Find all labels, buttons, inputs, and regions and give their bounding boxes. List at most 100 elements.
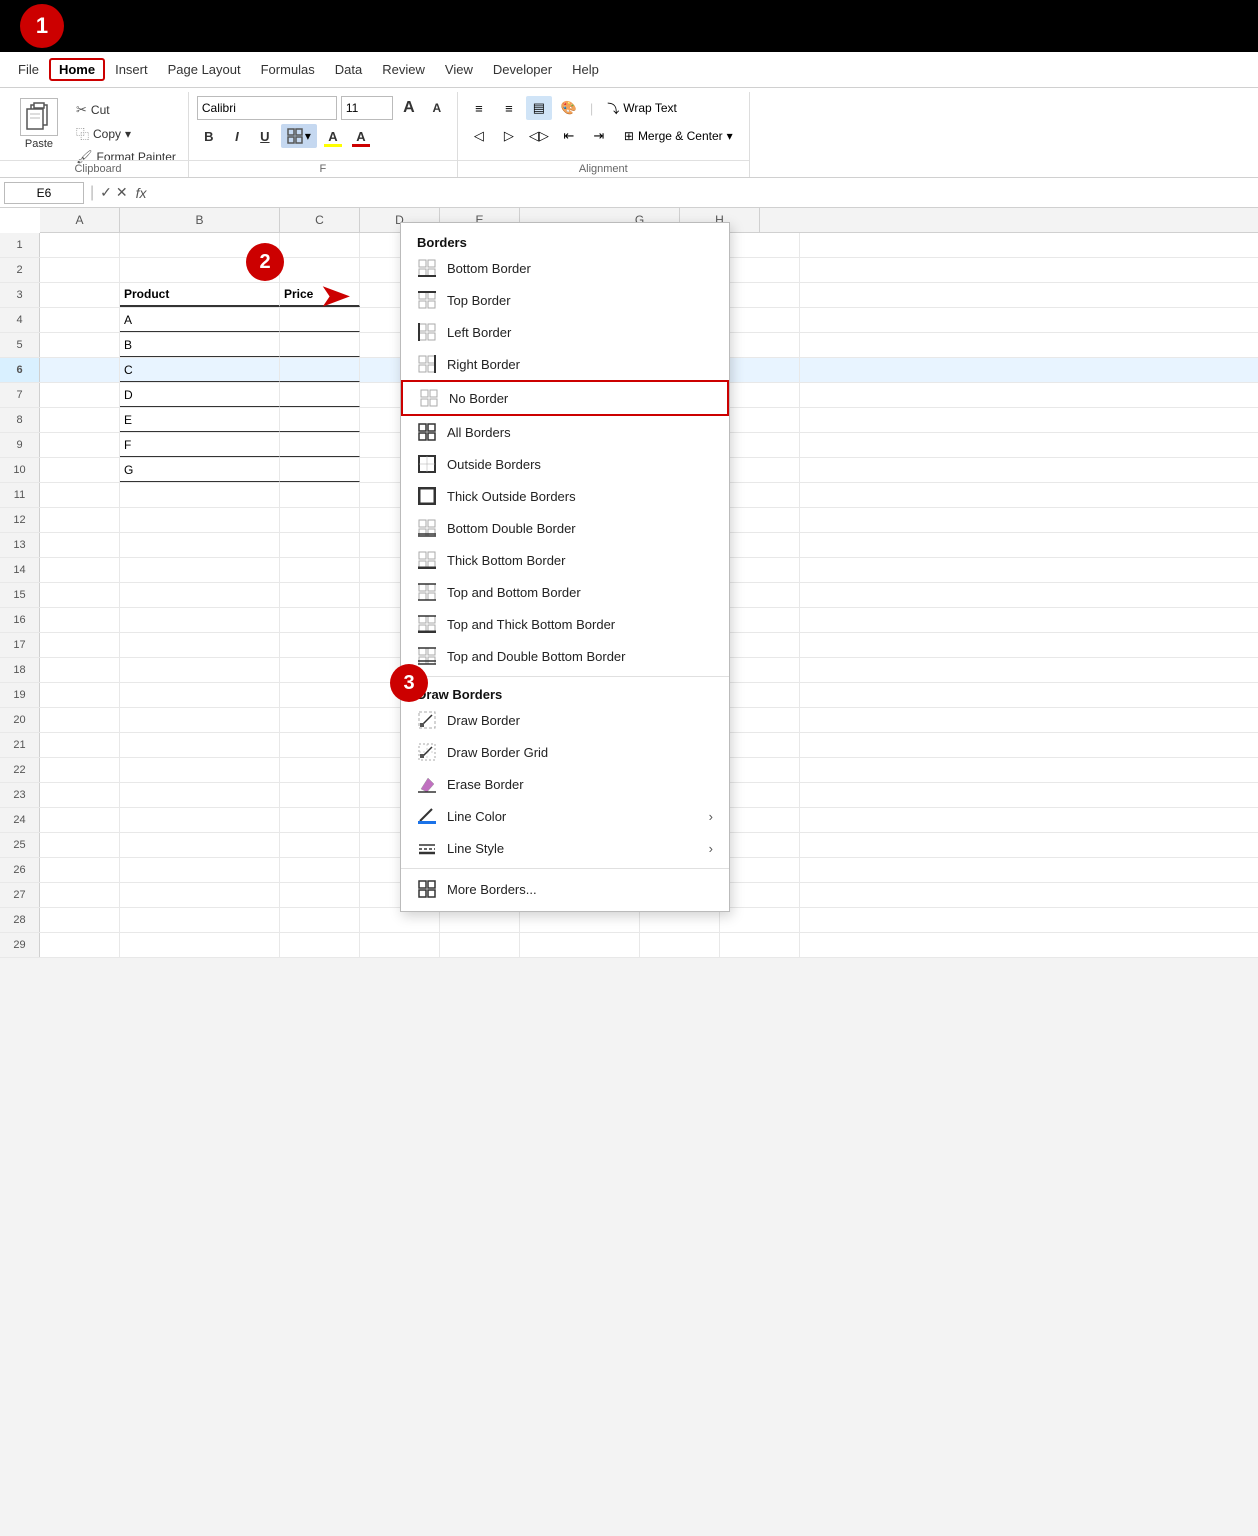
cell-e29[interactable] [440,933,520,957]
align-top-right-btn[interactable]: ▤ [526,96,552,120]
copy-button[interactable]: ⿻ Copy ▾ [72,122,180,145]
cell-b6[interactable]: C [120,358,280,382]
cell-a6[interactable] [40,358,120,382]
cell-h4[interactable] [720,308,800,332]
menu-file[interactable]: File [8,58,49,81]
cancel-formula-icon[interactable]: ✕ [116,184,128,201]
align-right-btn[interactable]: ◁▷ [526,124,552,148]
cell-h3[interactable] [720,283,800,307]
cell-a21[interactable] [40,733,120,757]
cell-h17[interactable] [720,633,800,657]
cell-a5[interactable] [40,333,120,357]
line-color-item[interactable]: Line Color › [401,800,729,832]
merge-center-button[interactable]: ⊞ Merge & Center ▾ [616,124,741,148]
cell-a23[interactable] [40,783,120,807]
cell-a12[interactable] [40,508,120,532]
cell-h18[interactable] [720,658,800,682]
paste-button[interactable]: Paste [12,96,66,152]
cell-a2[interactable] [40,258,120,282]
cell-h1[interactable] [720,233,800,257]
italic-button[interactable]: I [225,124,249,148]
cell-c29[interactable] [280,933,360,957]
cell-a29[interactable] [40,933,120,957]
cell-c20[interactable] [280,708,360,732]
cell-b24[interactable] [120,808,280,832]
cell-c14[interactable] [280,558,360,582]
cell-b3[interactable]: Product [120,283,280,307]
left-border-item[interactable]: Left Border [401,316,729,348]
cell-b7[interactable]: D [120,383,280,407]
outside-borders-item[interactable]: Outside Borders [401,448,729,480]
menu-review[interactable]: Review [372,58,435,81]
cell-h25[interactable] [720,833,800,857]
cell-h19[interactable] [720,683,800,707]
cut-button[interactable]: ✂ Cut [72,100,180,120]
font-name-input[interactable] [197,96,337,120]
cell-a13[interactable] [40,533,120,557]
cell-a14[interactable] [40,558,120,582]
cell-a3[interactable] [40,283,120,307]
cell-c16[interactable] [280,608,360,632]
menu-formulas[interactable]: Formulas [251,58,325,81]
top-thick-bottom-border-item[interactable]: Top and Thick Bottom Border [401,608,729,640]
cell-c9[interactable] [280,433,360,457]
menu-home[interactable]: Home [49,58,105,81]
cell-h27[interactable] [720,883,800,907]
cell-b17[interactable] [120,633,280,657]
menu-view[interactable]: View [435,58,483,81]
cell-c1[interactable] [280,233,360,257]
cell-b8[interactable]: E [120,408,280,432]
cell-c11[interactable] [280,483,360,507]
cell-b27[interactable] [120,883,280,907]
cell-b9[interactable]: F [120,433,280,457]
thick-bottom-border-item[interactable]: Thick Bottom Border [401,544,729,576]
cell-h14[interactable] [720,558,800,582]
cell-c8[interactable] [280,408,360,432]
cell-a25[interactable] [40,833,120,857]
cell-a20[interactable] [40,708,120,732]
cell-h15[interactable] [720,583,800,607]
cell-c28[interactable] [280,908,360,932]
draw-border-item[interactable]: Draw Border [401,704,729,736]
paint-bucket-btn[interactable]: 🎨 [556,96,582,120]
cell-h2[interactable] [720,258,800,282]
cell-c21[interactable] [280,733,360,757]
cell-h28[interactable] [720,908,800,932]
cell-h11[interactable] [720,483,800,507]
font-color-btn[interactable]: A [349,124,373,148]
cell-a10[interactable] [40,458,120,482]
cell-b14[interactable] [120,558,280,582]
more-borders-item[interactable]: More Borders... [401,873,729,905]
top-border-item[interactable]: Top Border [401,284,729,316]
cell-b19[interactable] [120,683,280,707]
cell-h22[interactable] [720,758,800,782]
cell-h9[interactable] [720,433,800,457]
wrap-text-button[interactable]: ⤵ Wrap Text [601,96,683,120]
align-top-left-btn[interactable]: ≡ [466,96,492,120]
align-top-center-btn[interactable]: ≡ [496,96,522,120]
cell-a16[interactable] [40,608,120,632]
cell-f29[interactable] [520,933,640,957]
cell-c17[interactable] [280,633,360,657]
cell-c7[interactable] [280,383,360,407]
cell-h20[interactable] [720,708,800,732]
indent-increase-btn[interactable]: ⇥ [586,124,612,148]
cell-b13[interactable] [120,533,280,557]
borders-button[interactable]: ▾ [281,124,317,148]
cell-a9[interactable] [40,433,120,457]
indent-decrease-btn[interactable]: ⇤ [556,124,582,148]
cell-a28[interactable] [40,908,120,932]
cell-a18[interactable] [40,658,120,682]
menu-developer[interactable]: Developer [483,58,562,81]
cell-a1[interactable] [40,233,120,257]
cell-b12[interactable] [120,508,280,532]
no-border-item[interactable]: No Border [401,380,729,416]
cell-a4[interactable] [40,308,120,332]
fill-color-btn[interactable]: A [321,124,345,148]
menu-page-layout[interactable]: Page Layout [158,58,251,81]
cell-c6[interactable] [280,358,360,382]
cell-h12[interactable] [720,508,800,532]
cell-a22[interactable] [40,758,120,782]
cell-a7[interactable] [40,383,120,407]
all-borders-item[interactable]: All Borders [401,416,729,448]
